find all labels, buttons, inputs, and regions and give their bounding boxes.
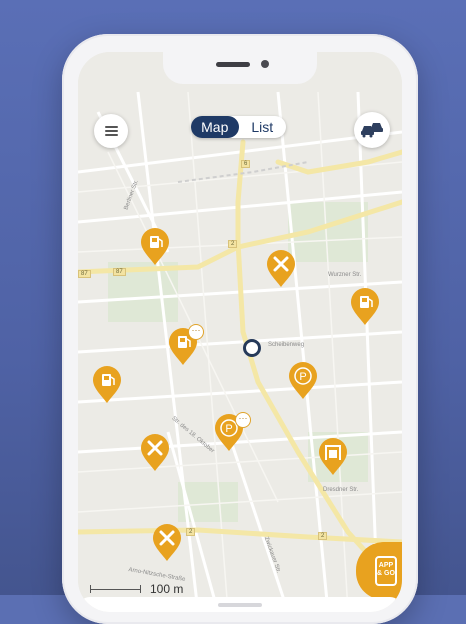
route-shield: 2: [318, 532, 328, 540]
map-pin-repair[interactable]: [266, 250, 296, 288]
tab-list[interactable]: List: [239, 116, 287, 138]
map-scale: 100 m: [90, 582, 210, 596]
street-label: Scheibenweg: [268, 342, 305, 348]
street-label: Dresdner Str.: [323, 487, 359, 493]
map-pin-parking[interactable]: P: [288, 362, 318, 400]
sheet-handle[interactable]: [218, 603, 262, 607]
menu-button[interactable]: [94, 114, 128, 148]
map-pin-fuel[interactable]: [92, 366, 122, 404]
app-screen: 87 87 2 2 2 6 Scheibenweg Berliner Str. …: [78, 52, 402, 612]
phone-frame: 87 87 2 2 2 6 Scheibenweg Berliner Str. …: [62, 34, 418, 624]
scale-label: 100 m: [150, 582, 184, 596]
phone-camera: [261, 60, 269, 68]
map-pin-repair[interactable]: [152, 524, 182, 562]
route-shield: 2: [228, 240, 238, 248]
svg-text:P: P: [299, 371, 306, 383]
street-label: Wurzner Str.: [328, 272, 362, 278]
map-pin-fuel[interactable]: [140, 228, 170, 266]
route-shield: 6: [241, 160, 251, 168]
map-pin-car-wash[interactable]: [318, 438, 348, 476]
bottom-sheet[interactable]: [78, 597, 402, 612]
phone-notch: [163, 52, 317, 84]
tab-map[interactable]: Map: [191, 116, 239, 138]
map-pin-repair[interactable]: [140, 434, 170, 472]
phone-speaker: [216, 62, 250, 67]
app-go-icon: APP & GO: [375, 556, 397, 586]
route-shield: 87: [113, 268, 126, 276]
map-list-toggle[interactable]: Map List: [191, 116, 286, 138]
hamburger-icon: [104, 126, 118, 136]
more-icon: ···: [235, 412, 251, 428]
traffic-cars-icon: [361, 123, 383, 138]
more-icon: ···: [188, 324, 204, 340]
map-pin-fuel[interactable]: [350, 288, 380, 326]
svg-text:P: P: [225, 423, 232, 435]
route-shield: 87: [78, 270, 91, 278]
traffic-button[interactable]: [354, 112, 390, 148]
current-location-marker: [243, 339, 261, 357]
route-shield: 2: [186, 528, 196, 536]
app-and-go-button[interactable]: APP & GO: [356, 542, 402, 600]
